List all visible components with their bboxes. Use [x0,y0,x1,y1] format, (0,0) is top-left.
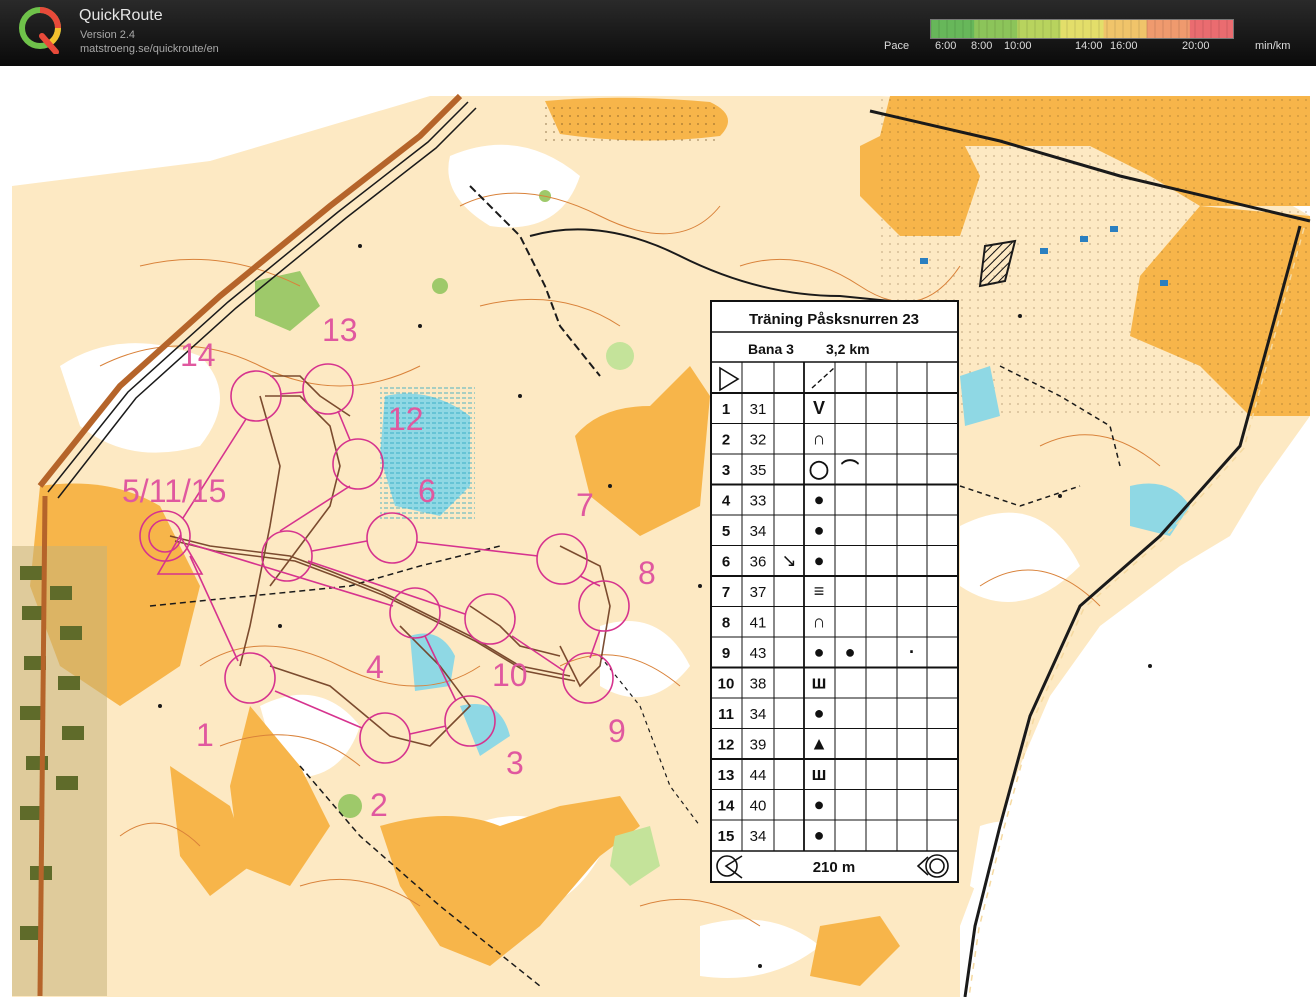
pace-color-segment [931,20,975,38]
pace-color-segment [1146,20,1191,38]
finish-distance: 210 m [813,859,856,876]
control-code: 34 [750,523,767,540]
residential-area [12,546,107,996]
control-label: 13 [322,312,358,348]
control-seq: 9 [722,645,730,662]
course-length: 3,2 km [826,341,870,357]
pace-tick: 6:00 [935,40,957,52]
control-feature: ◯ [809,459,829,480]
control-feature: ● [814,490,825,510]
control-feature: ▲ [810,734,828,754]
control-label: 14 [180,337,216,373]
control-label: 1 [196,717,214,753]
control-feature: ∩ [813,612,826,632]
pace-tick: 20:00 [1182,40,1210,52]
control-code: 36 [750,554,767,571]
pace-tick: 10:00 [1004,40,1032,52]
control-feature: ● [814,642,825,662]
control-code: 33 [750,493,767,510]
control-seq: 15 [718,828,735,845]
control-feature: ш [811,764,826,784]
control-seq: 14 [718,798,735,815]
pace-unit: min/km [1255,40,1291,52]
control-seq: 7 [722,584,730,601]
control-detail: ● [845,642,856,662]
pace-tick: 16:00 [1110,40,1138,52]
control-location: · [909,642,915,662]
control-seq: 11 [718,706,734,723]
control-code: 31 [750,401,767,418]
pace-tick: 14:00 [1075,40,1103,52]
control-feature: ● [814,795,825,815]
course-name: Bana 3 [748,341,794,357]
control-label: 7 [576,487,594,523]
orienteering-map[interactable]: 14 13 12 5/11/15 6 7 8 4 10 1 9 3 2 Trän… [0,66,1316,997]
control-seq: 3 [722,462,730,479]
control-code: 34 [750,706,767,723]
pace-tick: 8:00 [971,40,993,52]
control-code: 43 [750,645,767,662]
control-label: 2 [370,787,388,823]
control-code: 35 [750,462,767,479]
control-feature: ● [814,551,825,571]
pace-label: Pace [884,40,910,52]
control-code: 32 [750,432,767,449]
app-version: Version 2.4 [80,29,136,41]
control-feature: V [813,398,825,418]
control-code: 44 [750,767,767,784]
app-title: QuickRoute [79,7,163,24]
control-code: 34 [750,828,767,845]
pace-color-scale [930,19,1234,39]
control-seq: 12 [718,737,735,754]
control-label: 6 [418,473,436,509]
control-feature: ∩ [813,429,826,449]
control-code: 39 [750,737,767,754]
control-seq: 13 [718,767,735,784]
pace-color-segment [1103,20,1148,38]
control-feature: ● [814,825,825,845]
control-label: 10 [492,657,528,693]
control-code: 37 [750,584,767,601]
control-code: 41 [750,615,767,632]
control-feature: ● [814,520,825,540]
app-website-link[interactable]: matstroeng.se/quickroute/en [80,43,219,55]
control-seq: 5 [722,523,730,540]
sheet-title: Träning Påsksnurren 23 [749,311,919,328]
control-seq: 1 [722,401,730,418]
control-label: 3 [506,745,524,781]
control-seq: 6 [722,554,730,571]
control-feature: ш [811,673,826,693]
control-code: 40 [750,798,767,815]
control-seq: 2 [722,432,730,449]
control-description-sheet: Träning Påsksnurren 23 Bana 3 3,2 km 1 31… [710,300,959,883]
control-feature: ≡ [814,581,825,601]
control-direction: ↘ [781,551,796,571]
control-label: 8 [638,555,656,591]
control-seq: 10 [718,676,735,693]
control-label: 12 [388,401,424,437]
control-label: 5/11/15 [122,473,226,509]
control-detail: ⌒ [841,458,859,479]
app-header: QuickRoute Version 2.4 matstroeng.se/qui… [0,0,1316,66]
pace-color-segment [1017,20,1061,38]
control-code: 38 [750,676,767,693]
control-feature: ● [814,703,825,723]
control-label: 4 [366,649,384,685]
control-seq: 4 [722,493,731,510]
quickroute-logo-icon [19,7,61,54]
control-label: 9 [608,713,626,749]
control-seq: 8 [722,615,730,632]
